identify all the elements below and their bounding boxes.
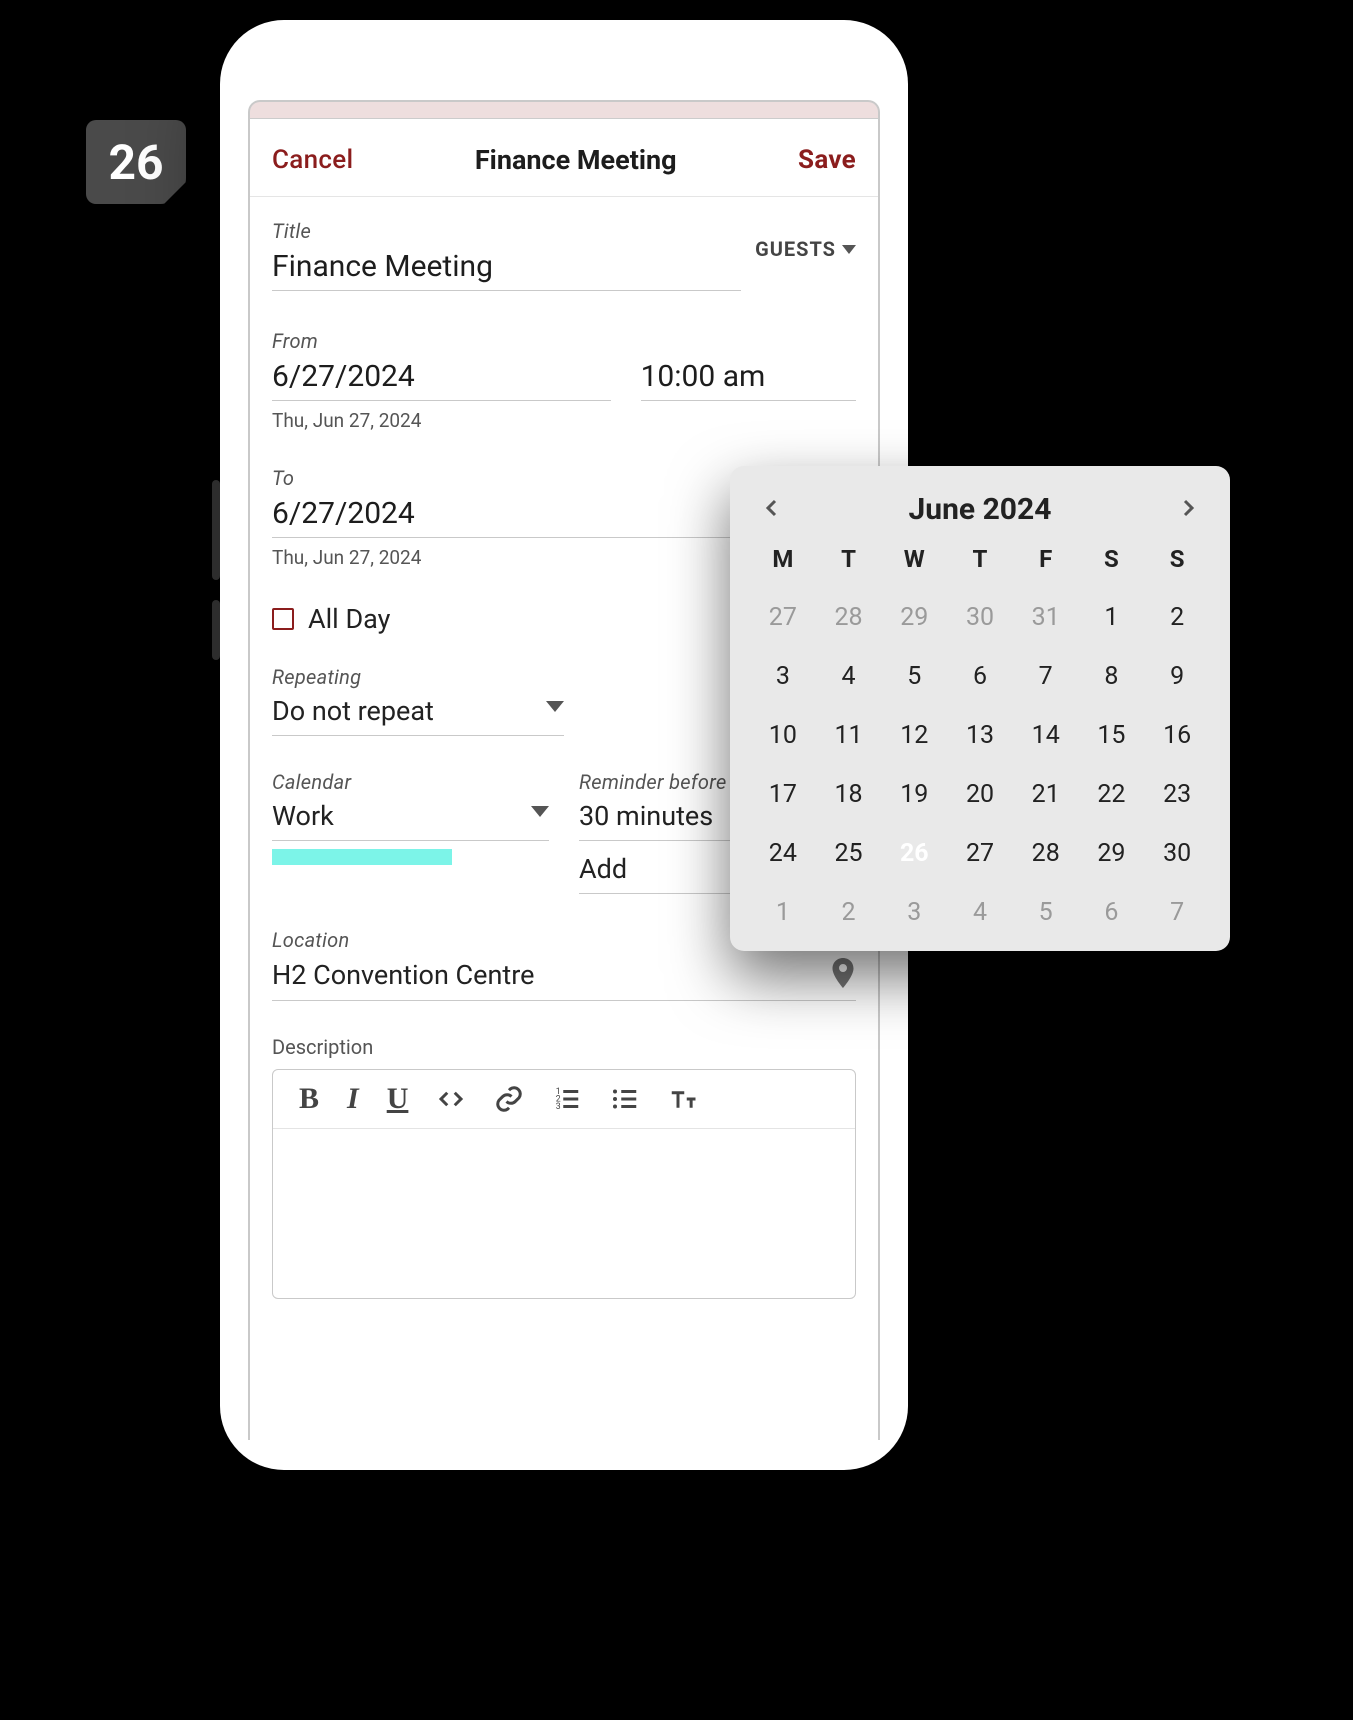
calendar-day[interactable]: 4 <box>947 892 1013 933</box>
calendar-day[interactable]: 14 <box>1013 715 1079 756</box>
calendar-day[interactable]: 27 <box>750 597 816 638</box>
calendar-dow: M <box>750 545 816 579</box>
calendar-day[interactable]: 18 <box>816 774 882 815</box>
calendar-day[interactable]: 16 <box>1144 715 1210 756</box>
calendar-day[interactable]: 24 <box>750 833 816 874</box>
calendar-day[interactable]: 13 <box>947 715 1013 756</box>
calendar-day[interactable]: 28 <box>816 597 882 638</box>
underline-icon[interactable]: U <box>387 1084 409 1114</box>
italic-icon[interactable]: I <box>347 1084 359 1114</box>
calendar-day[interactable]: 27 <box>947 833 1013 874</box>
calendar-dow: W <box>881 545 947 579</box>
chevron-down-icon <box>531 806 549 817</box>
text-size-icon[interactable] <box>668 1084 698 1114</box>
calendar-day[interactable]: 22 <box>1079 774 1145 815</box>
all-day-label: All Day <box>308 603 390 635</box>
calendar-day[interactable]: 2 <box>1144 597 1210 638</box>
calendar-day[interactable]: 2 <box>816 892 882 933</box>
prev-month-button[interactable] <box>760 496 784 524</box>
editor-toolbar: B I U 123 <box>273 1070 855 1129</box>
from-label: From <box>272 329 856 353</box>
page-title: Finance Meeting <box>475 144 677 176</box>
app-date-badge: 26 <box>86 120 186 204</box>
calendar-color-swatch <box>272 849 452 865</box>
calendar-dow: F <box>1013 545 1079 579</box>
calendar-day[interactable]: 30 <box>947 597 1013 638</box>
calendar-value: Work <box>272 800 334 832</box>
unordered-list-icon[interactable] <box>610 1084 640 1114</box>
calendar-dow: S <box>1079 545 1145 579</box>
calendar-grid: MTWTFSS272829303112345678910111213141516… <box>750 545 1210 933</box>
calendar-day[interactable]: 20 <box>947 774 1013 815</box>
repeating-label: Repeating <box>272 665 564 689</box>
calendar-dow: T <box>816 545 882 579</box>
chevron-down-icon <box>546 701 564 712</box>
calendar-day[interactable]: 26 <box>881 833 947 874</box>
calendar-day[interactable]: 6 <box>1079 892 1145 933</box>
description-label: Description <box>272 1035 856 1059</box>
calendar-day[interactable]: 30 <box>1144 833 1210 874</box>
repeating-select[interactable]: Do not repeat <box>272 695 564 736</box>
calendar-day[interactable]: 17 <box>750 774 816 815</box>
map-pin-icon[interactable] <box>830 958 856 992</box>
description-editor[interactable]: B I U 123 <box>272 1069 856 1299</box>
calendar-day[interactable]: 25 <box>816 833 882 874</box>
calendar-day[interactable]: 21 <box>1013 774 1079 815</box>
event-editor-header: Cancel Finance Meeting Save <box>250 118 878 197</box>
calendar-day[interactable]: 10 <box>750 715 816 756</box>
phone-side-button <box>212 600 220 660</box>
date-picker-popup: June 2024 MTWTFSS27282930311234567891011… <box>730 466 1230 951</box>
repeating-value: Do not repeat <box>272 695 434 727</box>
phone-side-button <box>212 480 220 580</box>
calendar-day[interactable]: 23 <box>1144 774 1210 815</box>
ordered-list-icon[interactable]: 123 <box>552 1084 582 1114</box>
badge-day: 26 <box>108 134 163 191</box>
from-time-input[interactable]: 10:00 am <box>641 359 856 401</box>
calendar-dow: S <box>1144 545 1210 579</box>
calendar-day[interactable]: 7 <box>1144 892 1210 933</box>
calendar-day[interactable]: 5 <box>1013 892 1079 933</box>
from-date-input[interactable]: 6/27/2024 <box>272 359 611 401</box>
chevron-down-icon <box>842 245 856 254</box>
save-button[interactable]: Save <box>798 145 856 175</box>
cancel-button[interactable]: Cancel <box>272 145 353 175</box>
bold-icon[interactable]: B <box>299 1084 319 1114</box>
svg-text:3: 3 <box>556 1102 561 1112</box>
calendar-select[interactable]: Work <box>272 800 549 841</box>
link-icon[interactable] <box>494 1084 524 1114</box>
guests-button[interactable]: GUESTS <box>755 219 856 261</box>
title-input[interactable]: Finance Meeting <box>272 249 741 291</box>
from-date-hint: Thu, Jun 27, 2024 <box>272 409 856 432</box>
calendar-day[interactable]: 11 <box>816 715 882 756</box>
calendar-day[interactable]: 9 <box>1144 656 1210 697</box>
calendar-day[interactable]: 28 <box>1013 833 1079 874</box>
calendar-day[interactable]: 7 <box>1013 656 1079 697</box>
calendar-day[interactable]: 8 <box>1079 656 1145 697</box>
code-icon[interactable] <box>436 1084 466 1114</box>
all-day-checkbox[interactable] <box>272 608 294 630</box>
calendar-day[interactable]: 1 <box>750 892 816 933</box>
calendar-dow: T <box>947 545 1013 579</box>
next-month-button[interactable] <box>1176 496 1200 524</box>
guests-label: GUESTS <box>755 237 836 261</box>
calendar-day[interactable]: 3 <box>881 892 947 933</box>
calendar-month-label[interactable]: June 2024 <box>909 492 1052 527</box>
calendar-label: Calendar <box>272 770 549 794</box>
title-label: Title <box>272 219 741 243</box>
calendar-day[interactable]: 5 <box>881 656 947 697</box>
calendar-day[interactable]: 29 <box>1079 833 1145 874</box>
calendar-day[interactable]: 29 <box>881 597 947 638</box>
calendar-day[interactable]: 3 <box>750 656 816 697</box>
reminder-value: 30 minutes <box>579 800 713 832</box>
location-input[interactable]: H2 Convention Centre <box>272 959 534 991</box>
calendar-day[interactable]: 31 <box>1013 597 1079 638</box>
calendar-day[interactable]: 19 <box>881 774 947 815</box>
calendar-day[interactable]: 15 <box>1079 715 1145 756</box>
calendar-day[interactable]: 6 <box>947 656 1013 697</box>
calendar-day[interactable]: 4 <box>816 656 882 697</box>
calendar-day[interactable]: 1 <box>1079 597 1145 638</box>
calendar-day[interactable]: 12 <box>881 715 947 756</box>
